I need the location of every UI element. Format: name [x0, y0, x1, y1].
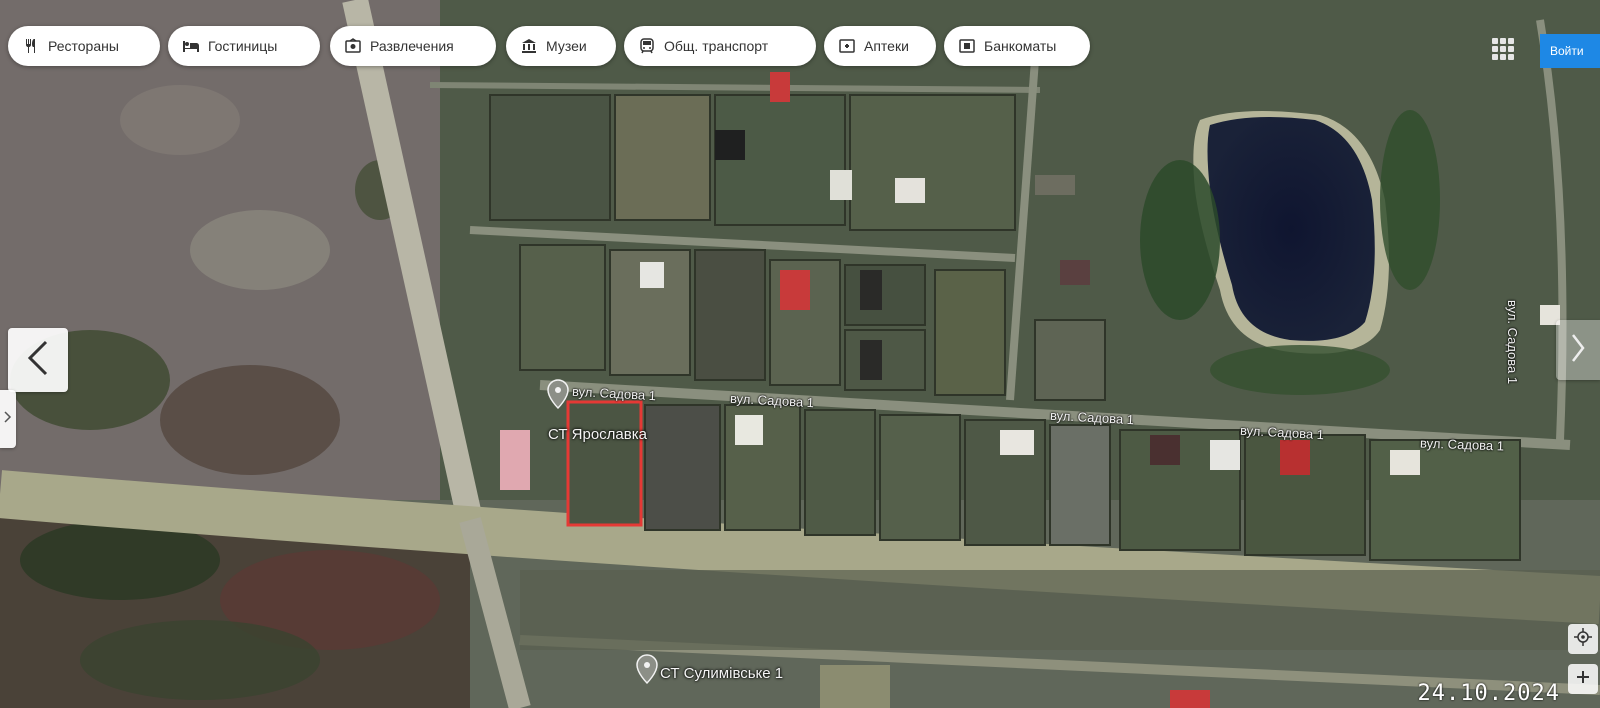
chevron-left-icon — [26, 340, 50, 381]
chip-restaurants[interactable]: Рестораны — [8, 26, 160, 66]
chip-public-transport[interactable]: Общ. транспорт — [624, 26, 816, 66]
chip-label: Общ. транспорт — [664, 38, 769, 54]
side-panel-handle[interactable] — [0, 390, 16, 448]
chip-label: Аптеки — [864, 38, 909, 54]
zoom-in-button[interactable] — [1568, 664, 1598, 694]
entertainment-icon — [344, 37, 362, 55]
photo-date: 24.10.2024 — [1417, 681, 1560, 706]
pharmacy-icon — [838, 37, 856, 55]
chip-museums[interactable]: Музеи — [506, 26, 616, 66]
chevron-right-icon — [1570, 333, 1586, 368]
chip-label: Гостиницы — [208, 38, 278, 54]
chip-label: Музеи — [546, 38, 587, 54]
chip-hotels[interactable]: Гостиницы — [168, 26, 320, 66]
chip-label: Банкоматы — [984, 38, 1057, 54]
locate-me-button[interactable] — [1568, 624, 1598, 654]
street-label: вул. Садова 1 — [1505, 300, 1520, 385]
chip-entertainment[interactable]: Развлечения — [330, 26, 496, 66]
atm-icon — [958, 37, 976, 55]
chip-atms[interactable]: Банкоматы — [944, 26, 1090, 66]
poi-label[interactable]: СТ Ярославка — [548, 426, 647, 443]
crosshair-icon — [1574, 627, 1592, 651]
prev-photo-button[interactable] — [8, 328, 68, 392]
satellite-map[interactable] — [0, 0, 1600, 708]
next-photo-button[interactable] — [1556, 320, 1600, 380]
chip-label: Развлечения — [370, 38, 454, 54]
transit-icon — [638, 37, 656, 55]
restaurant-icon — [22, 37, 40, 55]
hotel-icon — [182, 37, 200, 55]
highlighted-plot[interactable] — [566, 400, 643, 527]
chip-pharmacies[interactable]: Аптеки — [824, 26, 936, 66]
street-label: вул. Садова 1 — [1419, 435, 1505, 454]
chip-label: Рестораны — [48, 38, 119, 54]
museum-icon — [520, 37, 538, 55]
poi-label[interactable]: СТ Сулимівське 1 — [660, 665, 783, 682]
login-button[interactable]: Войти — [1540, 34, 1600, 68]
plus-icon — [1575, 669, 1591, 690]
apps-grid-icon[interactable] — [1490, 36, 1516, 62]
chevron-right-icon — [4, 410, 12, 428]
